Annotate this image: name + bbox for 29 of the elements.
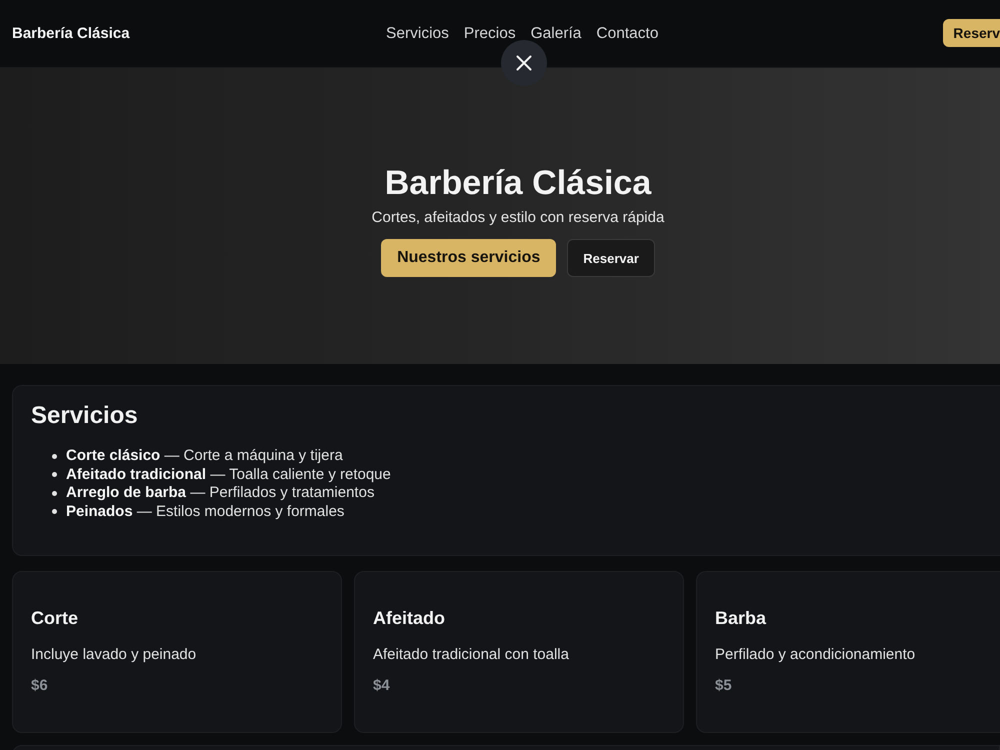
card-description: Incluye lavado y peinado — [31, 646, 198, 663]
service-item: Peinados — Estilos modernos y formales — [66, 502, 344, 521]
brand-name[interactable]: Barbería Clásica — [12, 24, 130, 42]
card-title: Afeitado — [373, 608, 446, 629]
service-item: Arreglo de barba — Perfilados y tratamientos — [66, 484, 374, 502]
nav-link[interactable]: Servicios — [386, 24, 449, 42]
close-icon — [516, 55, 532, 71]
bullet-icon — [52, 509, 57, 514]
service-item: Corte clásico — Corte a máquina y tijera — [66, 447, 343, 466]
bullet-icon — [52, 490, 57, 496]
card-title: Barba — [715, 608, 768, 629]
reserve-button[interactable]: Reservar — [567, 239, 655, 278]
bullet-icon — [52, 454, 57, 459]
service-item: Afeitado tradicional — Toalla caliente y retoque — [66, 466, 391, 484]
hero-title: Barbería Clásica — [384, 162, 652, 204]
reserve-button[interactable]: Reserv — [943, 18, 1000, 46]
card-title: Corte — [31, 608, 80, 629]
card-price: $6 — [31, 677, 49, 694]
nav-link[interactable]: Galería — [530, 24, 582, 42]
hero-subtitle: Cortes, afeitados y estilo con reserva rápida — [372, 209, 664, 226]
bullet-icon — [52, 472, 57, 478]
nav-link[interactable]: Contacto — [596, 24, 658, 42]
services-button[interactable]: Nuestros servicios — [381, 239, 556, 278]
card-description: Perfilado y acondicionamiento — [715, 646, 916, 663]
card-price: $5 — [715, 677, 733, 694]
card-description: Afeitado tradicional con toalla — [373, 646, 570, 663]
nav-link[interactable]: Precios — [464, 24, 516, 42]
card-price: $4 — [373, 677, 391, 694]
section-title: Servicios — [31, 402, 139, 430]
